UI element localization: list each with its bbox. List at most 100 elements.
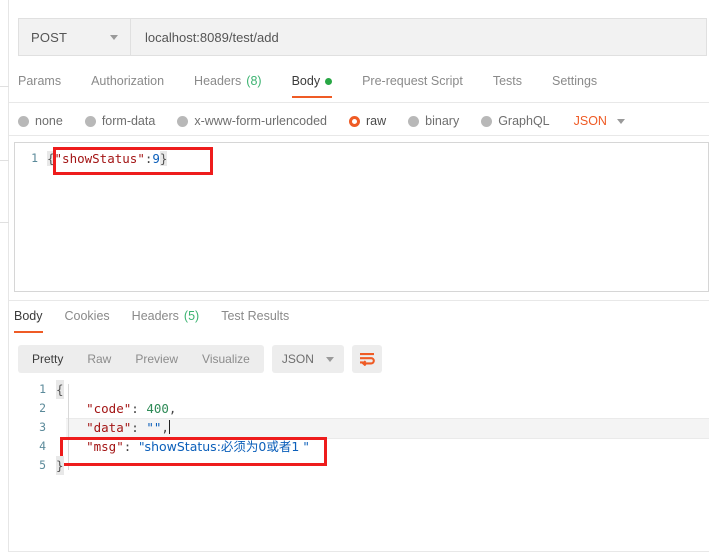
url-input[interactable]: localhost:8089/test/add <box>131 19 706 55</box>
response-body-viewer[interactable]: 1 { 2 "code": 400, 3 "data": "", 4 "msg"… <box>30 380 709 490</box>
response-viewer-controls: Pretty Raw Preview Visualize JSON <box>18 345 382 373</box>
response-code-line: "msg": "showStatus:必须为0或者1 " <box>56 437 309 456</box>
json-colon: : <box>131 420 139 435</box>
radio-label: form-data <box>101 114 156 128</box>
http-method-label: POST <box>31 29 68 45</box>
json-value: "" <box>146 420 162 435</box>
line-number: 1 <box>39 382 46 396</box>
body-type-graphql[interactable]: GraphQL <box>481 114 550 128</box>
tab-params[interactable]: Params <box>18 70 61 98</box>
radio-label: x-www-form-urlencoded <box>194 114 327 128</box>
radio-icon <box>408 115 420 127</box>
brace-close: } <box>56 456 64 475</box>
radio-label: none <box>35 114 63 128</box>
tab-headers[interactable]: Headers (8) <box>194 70 262 98</box>
response-tab-body[interactable]: Body <box>14 305 43 333</box>
tab-label: Cookies <box>64 309 110 323</box>
json-colon: : <box>123 439 132 454</box>
code-line: 2 "code": 400, <box>30 399 709 418</box>
word-wrap-icon <box>359 353 375 366</box>
rail-divider <box>0 86 9 87</box>
raw-format-select[interactable]: JSON <box>574 114 625 128</box>
response-format-select[interactable]: JSON <box>271 345 344 373</box>
http-method-select[interactable]: POST <box>19 19 131 55</box>
body-type-binary[interactable]: binary <box>408 114 459 128</box>
text-cursor <box>168 420 170 434</box>
tab-label: Headers <box>194 74 242 88</box>
tab-settings[interactable]: Settings <box>552 70 597 98</box>
tab-label: Headers <box>131 309 179 323</box>
line-number: 4 <box>39 439 46 453</box>
sidebar-rail[interactable] <box>0 0 9 552</box>
radio-icon <box>18 115 29 127</box>
json-value: 400 <box>146 401 169 416</box>
json-value: "showStatus:必须为0或者1 " <box>138 439 310 454</box>
radio-label: raw <box>366 114 387 128</box>
rail-divider <box>0 160 9 161</box>
code-line: 1 {"showStatus":9} <box>15 149 708 168</box>
response-format-label: JSON <box>281 352 314 366</box>
url-text: localhost:8089/test/add <box>145 29 279 45</box>
request-body-code: {"showStatus":9} <box>47 149 168 168</box>
tab-label: Pre-request Script <box>362 74 463 88</box>
response-tab-bar: Body Cookies Headers (5) Test Results <box>14 305 311 335</box>
response-code-line: "data": "", <box>56 418 170 437</box>
tab-tests[interactable]: Tests <box>493 70 522 98</box>
response-code-line: "code": 400, <box>56 399 176 418</box>
chevron-down-icon <box>325 356 334 362</box>
tab-pre-request-script[interactable]: Pre-request Script <box>362 70 463 98</box>
raw-format-label: JSON <box>573 114 607 128</box>
code-line: 1 { <box>30 380 709 399</box>
tab-label: Authorization <box>91 74 165 88</box>
view-mode-preview[interactable]: Preview <box>123 345 190 373</box>
tab-body[interactable]: Body <box>291 70 333 98</box>
view-mode-raw[interactable]: Raw <box>75 345 123 373</box>
body-type-raw[interactable]: raw <box>349 114 386 128</box>
line-number: 2 <box>39 401 46 415</box>
json-key: "data" <box>86 420 132 435</box>
body-type-none[interactable]: none <box>18 114 63 128</box>
body-type-form-data[interactable]: form-data <box>84 114 156 128</box>
word-wrap-button[interactable] <box>351 345 382 373</box>
view-mode-pretty[interactable]: Pretty <box>20 345 75 373</box>
line-number: 3 <box>39 420 46 434</box>
tab-label: Params <box>18 74 62 88</box>
tab-label: Body <box>291 74 321 88</box>
tab-label: Test Results <box>221 309 290 323</box>
tab-count-badge: (5) <box>183 309 200 323</box>
code-line: 3 "data": "", <box>30 418 709 437</box>
body-present-dot-icon <box>325 77 333 85</box>
tab-label: Tests <box>492 74 522 88</box>
json-comma: , <box>168 401 177 416</box>
body-type-urlencoded[interactable]: x-www-form-urlencoded <box>177 114 327 128</box>
tab-count-badge: (8) <box>246 74 262 88</box>
tab-bar-divider <box>9 102 709 103</box>
radio-selected-icon <box>349 115 360 127</box>
radio-icon <box>177 115 189 127</box>
radio-label: GraphQL <box>498 114 550 128</box>
line-number: 5 <box>39 458 46 472</box>
json-colon: : <box>131 401 139 416</box>
request-tab-bar: Params Authorization Headers (8) Body Pr… <box>18 70 709 102</box>
body-type-divider <box>9 135 709 136</box>
request-url-bar: POST localhost:8089/test/add <box>18 18 707 56</box>
json-key: "msg" <box>86 439 124 454</box>
brace-open: { <box>56 380 64 399</box>
radio-icon <box>84 115 96 127</box>
brace-open: { <box>47 151 55 166</box>
view-mode-visualize[interactable]: Visualize <box>190 345 262 373</box>
tab-authorization[interactable]: Authorization <box>91 70 164 98</box>
body-type-radio-group: none form-data x-www-form-urlencoded raw… <box>18 110 625 132</box>
response-tab-cookies[interactable]: Cookies <box>65 305 110 333</box>
line-number: 1 <box>31 151 38 165</box>
request-body-editor[interactable]: 1 {"showStatus":9} <box>14 142 709 292</box>
json-value: 9 <box>152 151 160 166</box>
response-tab-headers[interactable]: Headers (5) <box>132 305 200 333</box>
json-key: "showStatus" <box>54 151 145 166</box>
response-tab-test-results[interactable]: Test Results <box>221 305 289 333</box>
json-comma: , <box>161 420 169 435</box>
brace-close: } <box>159 151 168 166</box>
radio-label: binary <box>425 114 460 128</box>
postman-window: POST localhost:8089/test/add Params Auth… <box>0 0 709 552</box>
response-view-mode-group: Pretty Raw Preview Visualize <box>18 345 264 373</box>
